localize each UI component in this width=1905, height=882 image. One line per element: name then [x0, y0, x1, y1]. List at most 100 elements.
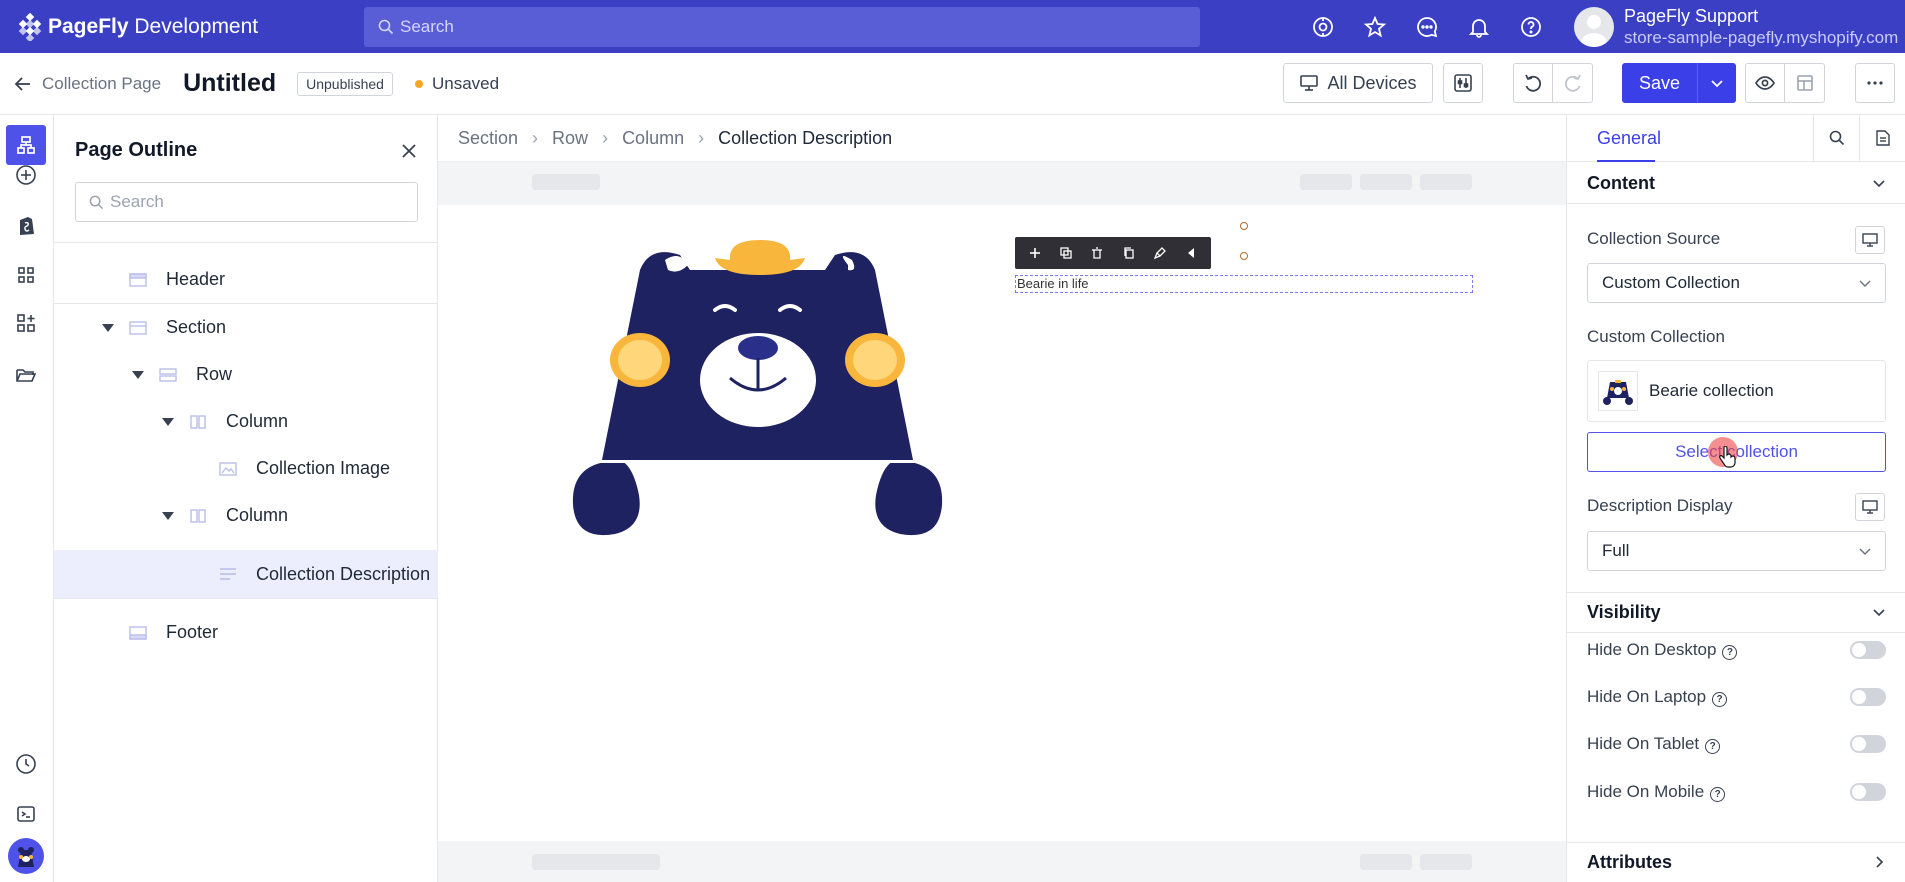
tree-item-row[interactable]: Row: [54, 351, 438, 398]
search-icon: [1829, 130, 1844, 146]
custom-collection-label: Custom Collection: [1587, 327, 1725, 346]
star-icon[interactable]: [1362, 14, 1388, 40]
rail-account-button[interactable]: [6, 836, 46, 876]
collection-image[interactable]: [530, 230, 990, 590]
responsive-toggle[interactable]: [1855, 226, 1885, 254]
caret-down-icon[interactable]: [161, 417, 175, 426]
footer-block-icon: [129, 625, 147, 640]
add-icon[interactable]: [1025, 243, 1045, 263]
tree-item-label: Row: [196, 364, 233, 384]
responsive-toggle[interactable]: [1855, 493, 1885, 521]
back-link[interactable]: Collection Page: [0, 74, 161, 94]
redo-button[interactable]: [1553, 73, 1592, 93]
caret-down-icon[interactable]: [131, 370, 145, 379]
divider: [54, 598, 438, 599]
hide-desktop-toggle[interactable]: [1850, 641, 1886, 659]
outline-search-input[interactable]: Search: [75, 182, 418, 222]
resize-handle-bottom[interactable]: [1240, 252, 1248, 260]
page-section[interactable]: Bearie in life: [438, 205, 1566, 841]
description-display-select[interactable]: Full: [1587, 531, 1886, 571]
tree-item-header[interactable]: Header: [54, 256, 438, 303]
caret-down-icon[interactable]: [161, 511, 175, 520]
tab-page-settings[interactable]: [1859, 115, 1905, 161]
header-block-icon: [129, 272, 147, 287]
hide-desktop-label: Hide On Desktop: [1587, 640, 1717, 659]
help-icon[interactable]: ?: [1722, 645, 1738, 660]
trash-icon[interactable]: [1087, 243, 1107, 263]
tab-search[interactable]: [1813, 115, 1859, 161]
panel-tabs: General: [1567, 115, 1905, 162]
sitemap-icon: [17, 136, 35, 154]
hide-laptop-toggle[interactable]: [1850, 688, 1886, 706]
collection-description-element[interactable]: Bearie in life: [1015, 275, 1473, 293]
resize-handle-top[interactable]: [1240, 222, 1248, 230]
rail-shopify-button[interactable]: [6, 205, 46, 245]
help-icon[interactable]: ?: [1712, 692, 1728, 707]
rail-apps-button[interactable]: [6, 303, 46, 343]
close-icon[interactable]: [401, 143, 417, 159]
caret-left-icon[interactable]: [1181, 243, 1201, 263]
tree-item-collection-image[interactable]: Collection Image: [54, 445, 438, 492]
tree-item-column[interactable]: Column: [54, 398, 438, 445]
user-menu[interactable]: PageFly Support store-sample-pagefly.mys…: [1574, 5, 1898, 49]
logo[interactable]: PageFly Development: [0, 12, 364, 41]
hide-tablet-toggle[interactable]: [1850, 735, 1886, 753]
avatar: [1574, 6, 1614, 47]
terminal-icon: [17, 806, 35, 822]
description-display-label: Description Display: [1587, 496, 1733, 515]
editor-canvas[interactable]: Bearie in life: [438, 162, 1566, 882]
duplicate-icon[interactable]: [1056, 243, 1076, 263]
publish-button[interactable]: [1785, 73, 1824, 93]
chat-icon[interactable]: [1414, 14, 1440, 40]
rail-files-button[interactable]: [6, 355, 46, 395]
breadcrumb-item[interactable]: Section: [458, 128, 518, 149]
chevron-down-icon: [1873, 180, 1885, 188]
save-button-group: Save: [1622, 63, 1736, 103]
style-brush-icon[interactable]: [1150, 243, 1170, 263]
breadcrumb: Section › Row › Column › Collection Desc…: [438, 115, 1566, 162]
settings-button[interactable]: [1443, 63, 1483, 103]
selected-collection-card: Bearie collection: [1587, 360, 1886, 422]
top-bar: PageFly Development Search PageFly Suppo…: [0, 0, 1905, 53]
all-devices-button[interactable]: All Devices: [1283, 63, 1433, 103]
tree-item-section[interactable]: Section: [54, 304, 438, 351]
unsaved-dot-icon: [414, 79, 423, 88]
footer-placeholder: [1420, 854, 1472, 870]
tree-item-footer[interactable]: Footer: [54, 609, 438, 656]
collection-source-value: Custom Collection: [1602, 273, 1740, 292]
preview-button[interactable]: [1746, 64, 1786, 102]
help-icon[interactable]: ?: [1710, 787, 1726, 802]
page-title[interactable]: Untitled: [183, 69, 276, 98]
help-icon[interactable]: ?: [1705, 739, 1721, 754]
content-section-header[interactable]: Content: [1567, 163, 1905, 203]
rail-elements-button[interactable]: [6, 255, 46, 295]
rail-history-button[interactable]: [6, 744, 46, 784]
tree-item-column[interactable]: Column: [54, 492, 438, 539]
undo-button[interactable]: [1514, 64, 1554, 102]
help-icon[interactable]: [1518, 14, 1544, 40]
hide-mobile-toggle[interactable]: [1850, 783, 1886, 801]
tree-item-collection-description[interactable]: Collection Description: [54, 550, 438, 598]
collection-source-select[interactable]: Custom Collection: [1587, 263, 1886, 303]
global-search[interactable]: Search: [364, 6, 1200, 47]
copy-icon[interactable]: [1119, 243, 1139, 263]
attributes-heading: Attributes: [1587, 851, 1672, 872]
bell-icon[interactable]: [1466, 14, 1492, 40]
tree-item-label: Header: [166, 269, 226, 289]
save-dropdown-button[interactable]: [1698, 63, 1736, 103]
caret-down-icon[interactable]: [101, 323, 115, 332]
integrations-icon[interactable]: [1310, 14, 1336, 40]
tab-general[interactable]: General: [1567, 115, 1813, 162]
breadcrumb-item[interactable]: Column: [622, 128, 684, 149]
rail-code-button[interactable]: [6, 794, 46, 834]
save-button[interactable]: Save: [1622, 63, 1698, 103]
breadcrumb-item[interactable]: Row: [552, 128, 588, 149]
more-button[interactable]: [1855, 63, 1895, 103]
chevron-down-icon: [1859, 548, 1871, 555]
page-outline-title: Page Outline: [75, 139, 198, 161]
attributes-section-header[interactable]: Attributes: [1567, 842, 1905, 882]
chevron-down-icon: [1859, 280, 1871, 287]
visibility-section-header[interactable]: Visibility: [1567, 592, 1905, 632]
rail-add-button[interactable]: [6, 155, 46, 195]
eye-icon: [1755, 76, 1775, 90]
